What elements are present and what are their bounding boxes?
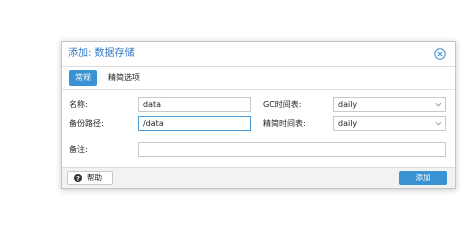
comment-label: 备注: bbox=[69, 145, 88, 154]
gc-schedule-select[interactable]: daily bbox=[333, 97, 446, 112]
dialog-footer: ? 帮助 添加 bbox=[62, 167, 455, 188]
prune-schedule-value: daily bbox=[338, 119, 358, 128]
prune-schedule-label: 精简时间表: bbox=[263, 119, 306, 128]
gc-schedule-value: daily bbox=[338, 100, 358, 109]
close-icon[interactable] bbox=[434, 48, 446, 60]
add-button[interactable]: 添加 bbox=[399, 171, 447, 185]
help-button[interactable]: ? 帮助 bbox=[67, 171, 113, 185]
prune-schedule-select[interactable]: daily bbox=[333, 116, 446, 131]
tab-bar: 常规 精简选项 bbox=[62, 67, 455, 90]
backup-path-label: 备份路径: bbox=[69, 119, 104, 128]
gc-schedule-label: GC时间表: bbox=[263, 100, 302, 109]
tab-general[interactable]: 常规 bbox=[69, 70, 97, 86]
chevron-down-icon[interactable] bbox=[435, 120, 442, 127]
comment-input[interactable] bbox=[138, 142, 446, 157]
name-input[interactable]: data bbox=[138, 97, 251, 112]
chevron-down-icon[interactable] bbox=[435, 101, 442, 108]
help-button-label: 帮助 bbox=[87, 173, 102, 182]
backup-path-input[interactable]: /data bbox=[138, 116, 251, 131]
svg-text:?: ? bbox=[76, 174, 80, 182]
name-label: 名称: bbox=[69, 100, 88, 109]
dialog-title: 添加: 数据存储 bbox=[68, 48, 135, 59]
dialog-titlebar: 添加: 数据存储 bbox=[62, 42, 455, 67]
tab-prune-options[interactable]: 精简选项 bbox=[102, 70, 146, 86]
question-circle-icon: ? bbox=[74, 174, 82, 182]
add-datastore-dialog: 添加: 数据存储 常规 精简选项 名称: data 备份路径: /data GC… bbox=[61, 41, 456, 189]
